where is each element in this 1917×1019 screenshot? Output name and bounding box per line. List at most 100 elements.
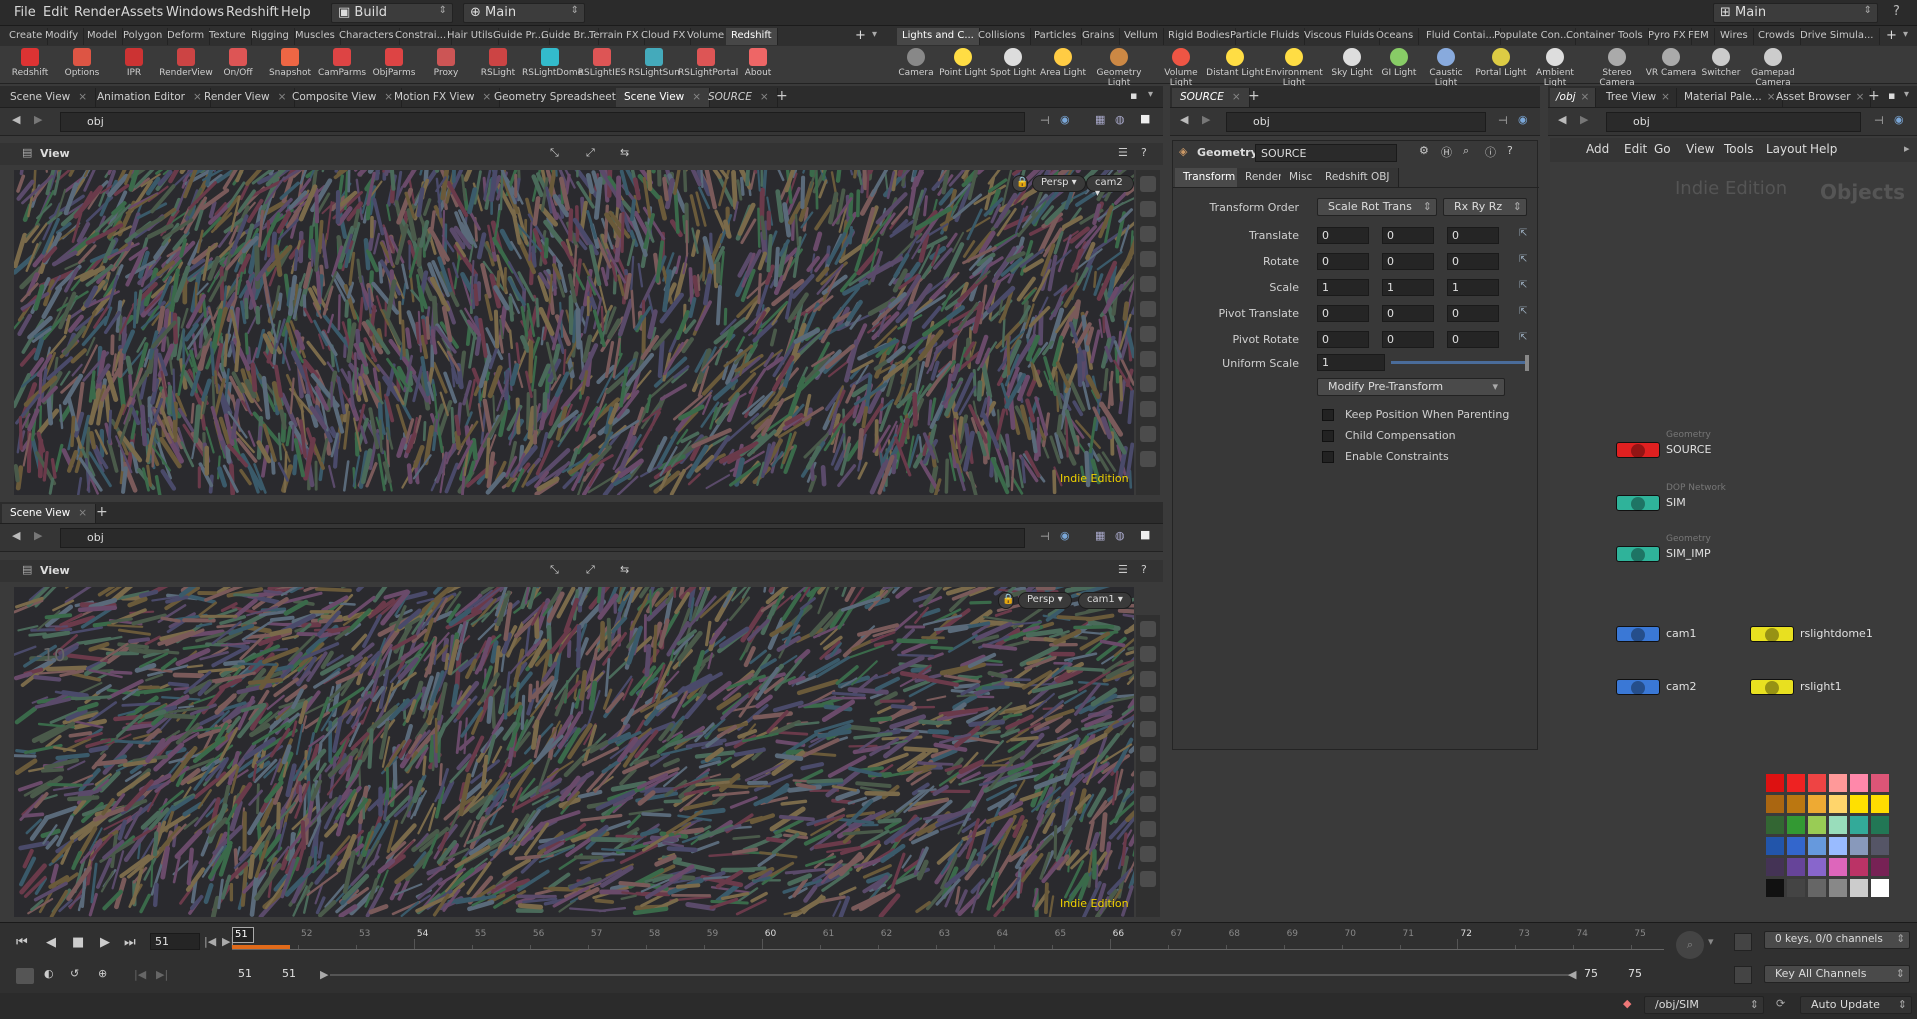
color-swatch[interactable] [1787,774,1805,792]
grid-icon[interactable] [1140,426,1156,442]
visibility-icon[interactable] [1140,251,1156,267]
color-swatch[interactable] [1808,795,1826,813]
hscript-icon[interactable]: Ⓗ [1441,144,1452,160]
network-path-field[interactable]: obj [1606,112,1861,132]
menu-render[interactable]: Render [74,5,120,20]
param-rotate-y[interactable]: 0 [1382,253,1434,270]
current-frame-field[interactable]: 51 [150,933,200,950]
param-translate-z[interactable]: 0 [1447,227,1499,244]
param-handle-icon[interactable]: ⇱ [1519,254,1527,265]
link-icon[interactable]: ◉ [1060,529,1070,542]
visibility-icon[interactable] [1140,696,1156,712]
add-shelf-tab-icon[interactable]: + [855,28,866,43]
node-name-field[interactable]: SOURCE [1255,144,1397,162]
transform-order-dropdown[interactable]: Scale Rot Trans⇕ [1317,198,1437,216]
tool-caustic-light[interactable]: Caustic Light [1417,48,1475,88]
step-prev-key-icon[interactable]: |◀ [204,935,216,948]
tool-rslight[interactable]: RSLight [470,48,526,78]
display-icon[interactable] [1140,176,1156,192]
tool-camparms[interactable]: CamParms [314,48,370,78]
tab-asset-browser[interactable]: Asset Browser× [1770,88,1871,107]
pin-icon[interactable]: ⊣ [1040,114,1050,127]
pane-menu-icon[interactable]: ▾ [1904,89,1909,100]
tool-rslightportal[interactable]: RSLightPortal [678,48,734,78]
view-menu-icon[interactable]: ▤ [22,146,32,159]
color-swatch[interactable] [1850,858,1868,876]
node-label-sim[interactable]: SIM [1666,496,1686,509]
light-icon[interactable] [1140,301,1156,317]
range-start-field-2[interactable]: 51 [278,966,322,983]
node-label-sim-imp[interactable]: SIM_IMP [1666,547,1711,560]
tool-ambient-light[interactable]: Ambient Light [1526,48,1584,88]
key-all-channels-button[interactable]: Key All Channels⇕ [1764,965,1910,983]
color-swatch[interactable] [1787,816,1805,834]
range-right-handle-icon[interactable]: ◀ [1568,968,1576,981]
menu-edit[interactable]: Edit [43,5,68,20]
close-icon[interactable]: × [760,91,769,103]
add-tab-icon[interactable]: + [776,88,788,104]
node-rslightdome1[interactable] [1750,626,1794,642]
forward-arrow-icon[interactable]: ▶ [34,113,42,126]
add-tab-icon[interactable]: + [1248,88,1260,104]
param-handle-icon[interactable]: ⇱ [1519,280,1527,291]
color-swatch[interactable] [1766,816,1784,834]
shelf-tab-model[interactable]: Model [82,28,123,45]
desktop-dropdown[interactable]: ▣ Build⇕ [331,3,453,23]
network-menu-tools[interactable]: Tools [1724,142,1754,156]
tool-redshift[interactable]: Redshift [2,48,58,78]
playback-range-slider[interactable] [330,974,1570,976]
color-swatch[interactable] [1808,774,1826,792]
param-tab-misc[interactable]: Misc [1281,168,1321,187]
tool-rslightsun[interactable]: RSLightSun [626,48,682,78]
param-translate-y[interactable]: 0 [1382,227,1434,244]
handle-tool-icon[interactable]: ⇆ [620,563,629,576]
timeline-ruler[interactable]: 51 5253545556575859606162636465666768697… [232,927,1664,955]
shelf-tab-particles[interactable]: Particles [1029,28,1082,45]
param-scale-x[interactable]: 1 [1317,279,1369,296]
tool-about[interactable]: About [730,48,786,78]
param-translate-x[interactable]: 0 [1317,227,1369,244]
current-frame-marker[interactable]: 51 [232,927,254,943]
shelf-tab-modify[interactable]: Modify [40,28,84,45]
play-icon[interactable]: ▶ [100,935,110,950]
range-end-field[interactable]: 75 [1580,966,1624,983]
color-swatch[interactable] [1808,858,1826,876]
bg-icon[interactable] [1140,451,1156,467]
node-label-cam2[interactable]: cam2 [1666,680,1697,693]
tool-switcher[interactable]: Switcher [1692,48,1750,78]
refresh-icon[interactable]: ⟳ [1776,997,1785,1010]
node-source[interactable] [1616,442,1660,458]
back-arrow-icon[interactable]: ◀ [1180,113,1188,126]
network-menu-layout[interactable]: Layout [1766,142,1807,156]
shading-icon[interactable] [1140,276,1156,292]
rotate-order-dropdown[interactable]: Rx Ry Rz⇕ [1443,198,1527,216]
tool-stereo-camera[interactable]: Stereo Camera [1588,48,1646,88]
param-handle-icon[interactable]: ⇱ [1519,306,1527,317]
light-icon[interactable] [1140,746,1156,762]
jump-start-icon[interactable]: ⏮ [16,935,28,950]
audio-icon[interactable]: ⌕ [1676,931,1704,959]
shelf-menu-icon[interactable]: ▾ [872,29,877,40]
tool-objparms[interactable]: ObjParms [366,48,422,78]
tool-ipr[interactable]: IPR [106,48,162,78]
shelf-tab-particle-fluids[interactable]: Particle Fluids [1225,28,1305,45]
tab-animation-editor-1[interactable]: Animation Editor× [89,88,211,107]
transform-tool-icon[interactable]: ⤢ [586,563,595,577]
back-arrow-icon[interactable]: ◀ [12,529,20,542]
color-swatch[interactable] [1871,795,1889,813]
range-start-icon[interactable]: |◀ [134,968,146,981]
color-swatch[interactable] [1871,774,1889,792]
lock-view-icon[interactable] [1140,671,1156,687]
node-sim-imp[interactable] [1616,546,1660,562]
tool-snapshot[interactable]: Snapshot [262,48,318,78]
expand-icon[interactable]: ▸ [1904,142,1910,155]
tab-render-view-2[interactable]: Render View× [196,88,295,107]
tab-composite-view-3[interactable]: Composite View× [284,88,402,107]
param-handle-icon[interactable]: ⇱ [1519,332,1527,343]
select-tool-icon[interactable]: ⤡ [550,146,559,160]
shelf-tab-deform[interactable]: Deform [162,28,210,45]
color-swatch[interactable] [1829,816,1847,834]
lock-icon[interactable]: 🔒 [1012,175,1028,192]
range-end-icon[interactable]: ▶| [156,968,168,981]
shelf-tab-grains[interactable]: Grains [1077,28,1120,45]
